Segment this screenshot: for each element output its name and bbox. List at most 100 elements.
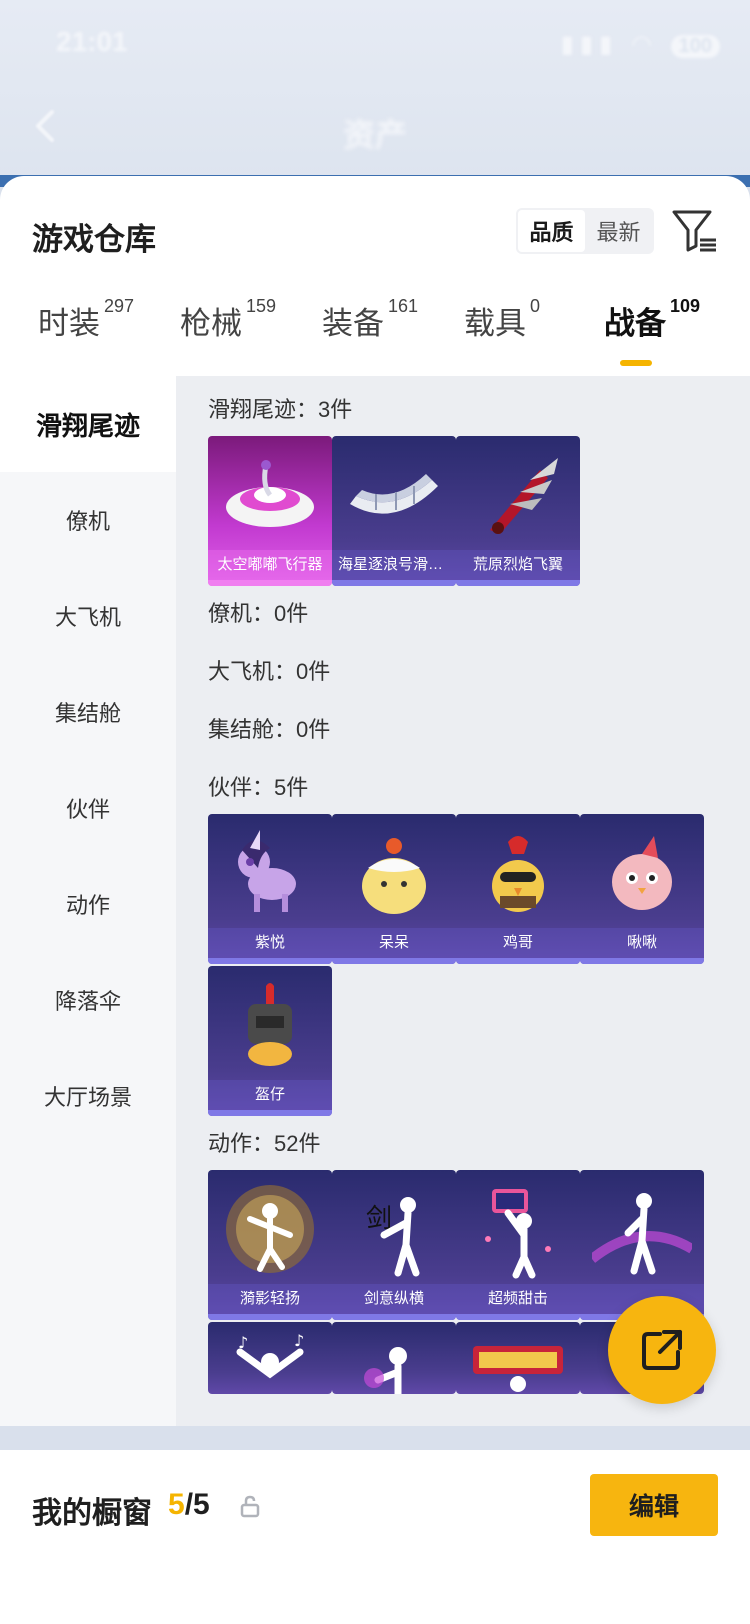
rarity-bar: [456, 580, 580, 586]
item-name: 呆呆: [332, 928, 456, 958]
filter-icon[interactable]: [670, 208, 718, 254]
rarity-bar: [332, 1314, 456, 1320]
item-image: [580, 814, 704, 932]
rarity-bar: [580, 958, 704, 964]
item-image: 剑: [332, 1170, 456, 1288]
sort-toggle: 品质 最新: [516, 208, 654, 254]
item-image: [208, 814, 332, 932]
share-icon: [642, 1330, 682, 1370]
section-title-emote: 动作：52件: [208, 1131, 321, 1156]
item-name: 鸡哥: [456, 928, 580, 958]
item-image: [456, 814, 580, 932]
tab-label: 时装: [38, 306, 100, 341]
sidebar-item-wingman[interactable]: 僚机: [0, 472, 176, 568]
rarity-bar: [208, 958, 332, 964]
showcase-total: /5: [184, 1488, 210, 1521]
tab-equipment[interactable]: 装备 161: [322, 296, 419, 343]
status-time: 21:01: [56, 26, 128, 57]
rarity-bar: [456, 1314, 580, 1320]
section-title-partner: 伙伴：5件: [208, 775, 309, 800]
active-tab-indicator: [620, 360, 652, 366]
item-name: 紫悦: [208, 928, 332, 958]
lock-icon: [240, 1495, 260, 1518]
warehouse-card: 游戏仓库 品质 最新 时装 297 枪械 159 装备 161 载具 0 战备 …: [0, 176, 750, 1426]
tab-fashion[interactable]: 时装 297: [38, 296, 135, 343]
sort-newest-option[interactable]: 最新: [585, 210, 652, 252]
battery-icon: 100: [670, 35, 720, 58]
tab-vehicles[interactable]: 载具 0: [464, 296, 541, 343]
item-tile[interactable]: 呆呆: [332, 814, 456, 964]
section-title-big-plane: 大飞机：0件: [208, 659, 331, 684]
item-tile[interactable]: ♪ ♪: [208, 1322, 332, 1394]
item-image: [456, 436, 580, 554]
status-icons: ▮▮▮ ◠ 100: [561, 30, 720, 59]
sidebar-item-glide-trail[interactable]: 滑翔尾迹: [0, 376, 176, 472]
item-name: 啾啾: [580, 928, 704, 958]
item-image: [332, 436, 456, 554]
item-tile[interactable]: [580, 1170, 704, 1320]
tab-label: 枪械: [180, 306, 242, 341]
item-name: 海星逐浪号滑翔器: [332, 550, 456, 580]
item-image: [456, 1322, 580, 1394]
tab-count: 161: [388, 296, 419, 316]
item-image: ♪ ♪: [208, 1322, 332, 1394]
sidebar-item-big-plane[interactable]: 大飞机: [0, 568, 176, 664]
sidebar: 滑翔尾迹 僚机 大飞机 集结舱 伙伴 动作 降落伞 大厅场景: [0, 376, 176, 1426]
showcase-label: 我的橱窗: [32, 1497, 152, 1530]
item-name: 超频甜击: [456, 1284, 580, 1314]
item-image: [580, 1170, 704, 1288]
item-image: [456, 1170, 580, 1288]
sidebar-item-pod[interactable]: 集结舱: [0, 664, 176, 760]
section-title-pod: 集结舱：0件: [208, 717, 331, 742]
category-tabs: 时装 297 枪械 159 装备 161 载具 0 战备 109: [0, 296, 750, 368]
showcase-current: 5: [168, 1488, 185, 1521]
rarity-bar: [208, 1314, 332, 1320]
rarity-bar: [208, 1110, 332, 1116]
item-name: 剑意纵横: [332, 1284, 456, 1314]
rarity-bar: [208, 580, 332, 586]
item-tile[interactable]: 太空嘟嘟飞行器: [208, 436, 332, 586]
warehouse-title: 游戏仓库: [32, 222, 156, 257]
page-title: 资产: [342, 117, 407, 153]
item-tile[interactable]: 啾啾: [580, 814, 704, 964]
svg-text:♪: ♪: [294, 1331, 304, 1350]
item-image: [332, 1322, 456, 1394]
item-name: 太空嘟嘟飞行器: [208, 550, 332, 580]
showcase-bar: 我的橱窗 5/5 编辑: [0, 1450, 750, 1624]
sidebar-item-partner[interactable]: 伙伴: [0, 760, 176, 856]
item-tile[interactable]: 超频甜击: [456, 1170, 580, 1320]
signal-icon: ▮▮▮: [560, 31, 619, 58]
item-tile[interactable]: 漪影轻扬: [208, 1170, 332, 1320]
rarity-bar: [456, 958, 580, 964]
item-tile[interactable]: 荒原烈焰飞翼: [456, 436, 580, 586]
item-grid-panel: 滑翔尾迹：3件 太空嘟嘟飞行器 海星逐浪号滑翔器 荒原烈焰飞翼 僚机：0件 大飞…: [176, 376, 750, 1426]
sort-quality-option[interactable]: 品质: [518, 210, 585, 252]
app-header: 21:01 ▮▮▮ ◠ 100 资产: [0, 0, 750, 187]
tab-label: 战备: [604, 306, 666, 341]
section-title-glide-trail: 滑翔尾迹：3件: [208, 397, 353, 422]
item-tile[interactable]: 盔仔: [208, 966, 332, 1116]
tab-label: 载具: [464, 306, 526, 341]
item-image: [208, 436, 332, 554]
section-title-wingman: 僚机：0件: [208, 601, 309, 626]
sidebar-item-emote[interactable]: 动作: [0, 856, 176, 952]
item-tile[interactable]: 鸡哥: [456, 814, 580, 964]
item-tile[interactable]: [456, 1322, 580, 1394]
edit-button[interactable]: 编辑: [590, 1474, 718, 1536]
sidebar-item-parachute[interactable]: 降落伞: [0, 952, 176, 1048]
tab-guns[interactable]: 枪械 159: [180, 296, 276, 343]
item-tile[interactable]: 海星逐浪号滑翔器: [332, 436, 456, 586]
item-image: [208, 1170, 332, 1288]
tab-count: 297: [104, 296, 135, 316]
item-tile[interactable]: 紫悦: [208, 814, 332, 964]
tab-battle-gear[interactable]: 战备 109: [604, 296, 701, 343]
tab-count: 0: [530, 296, 541, 316]
tab-count: 109: [670, 296, 701, 316]
sidebar-item-lobby-scene[interactable]: 大厅场景: [0, 1048, 176, 1144]
item-tile[interactable]: [332, 1322, 456, 1394]
rarity-bar: [332, 580, 456, 586]
item-tile[interactable]: 剑 剑意纵横: [332, 1170, 456, 1320]
item-name: 漪影轻扬: [208, 1284, 332, 1314]
rarity-bar: [332, 958, 456, 964]
share-button[interactable]: [608, 1296, 716, 1404]
